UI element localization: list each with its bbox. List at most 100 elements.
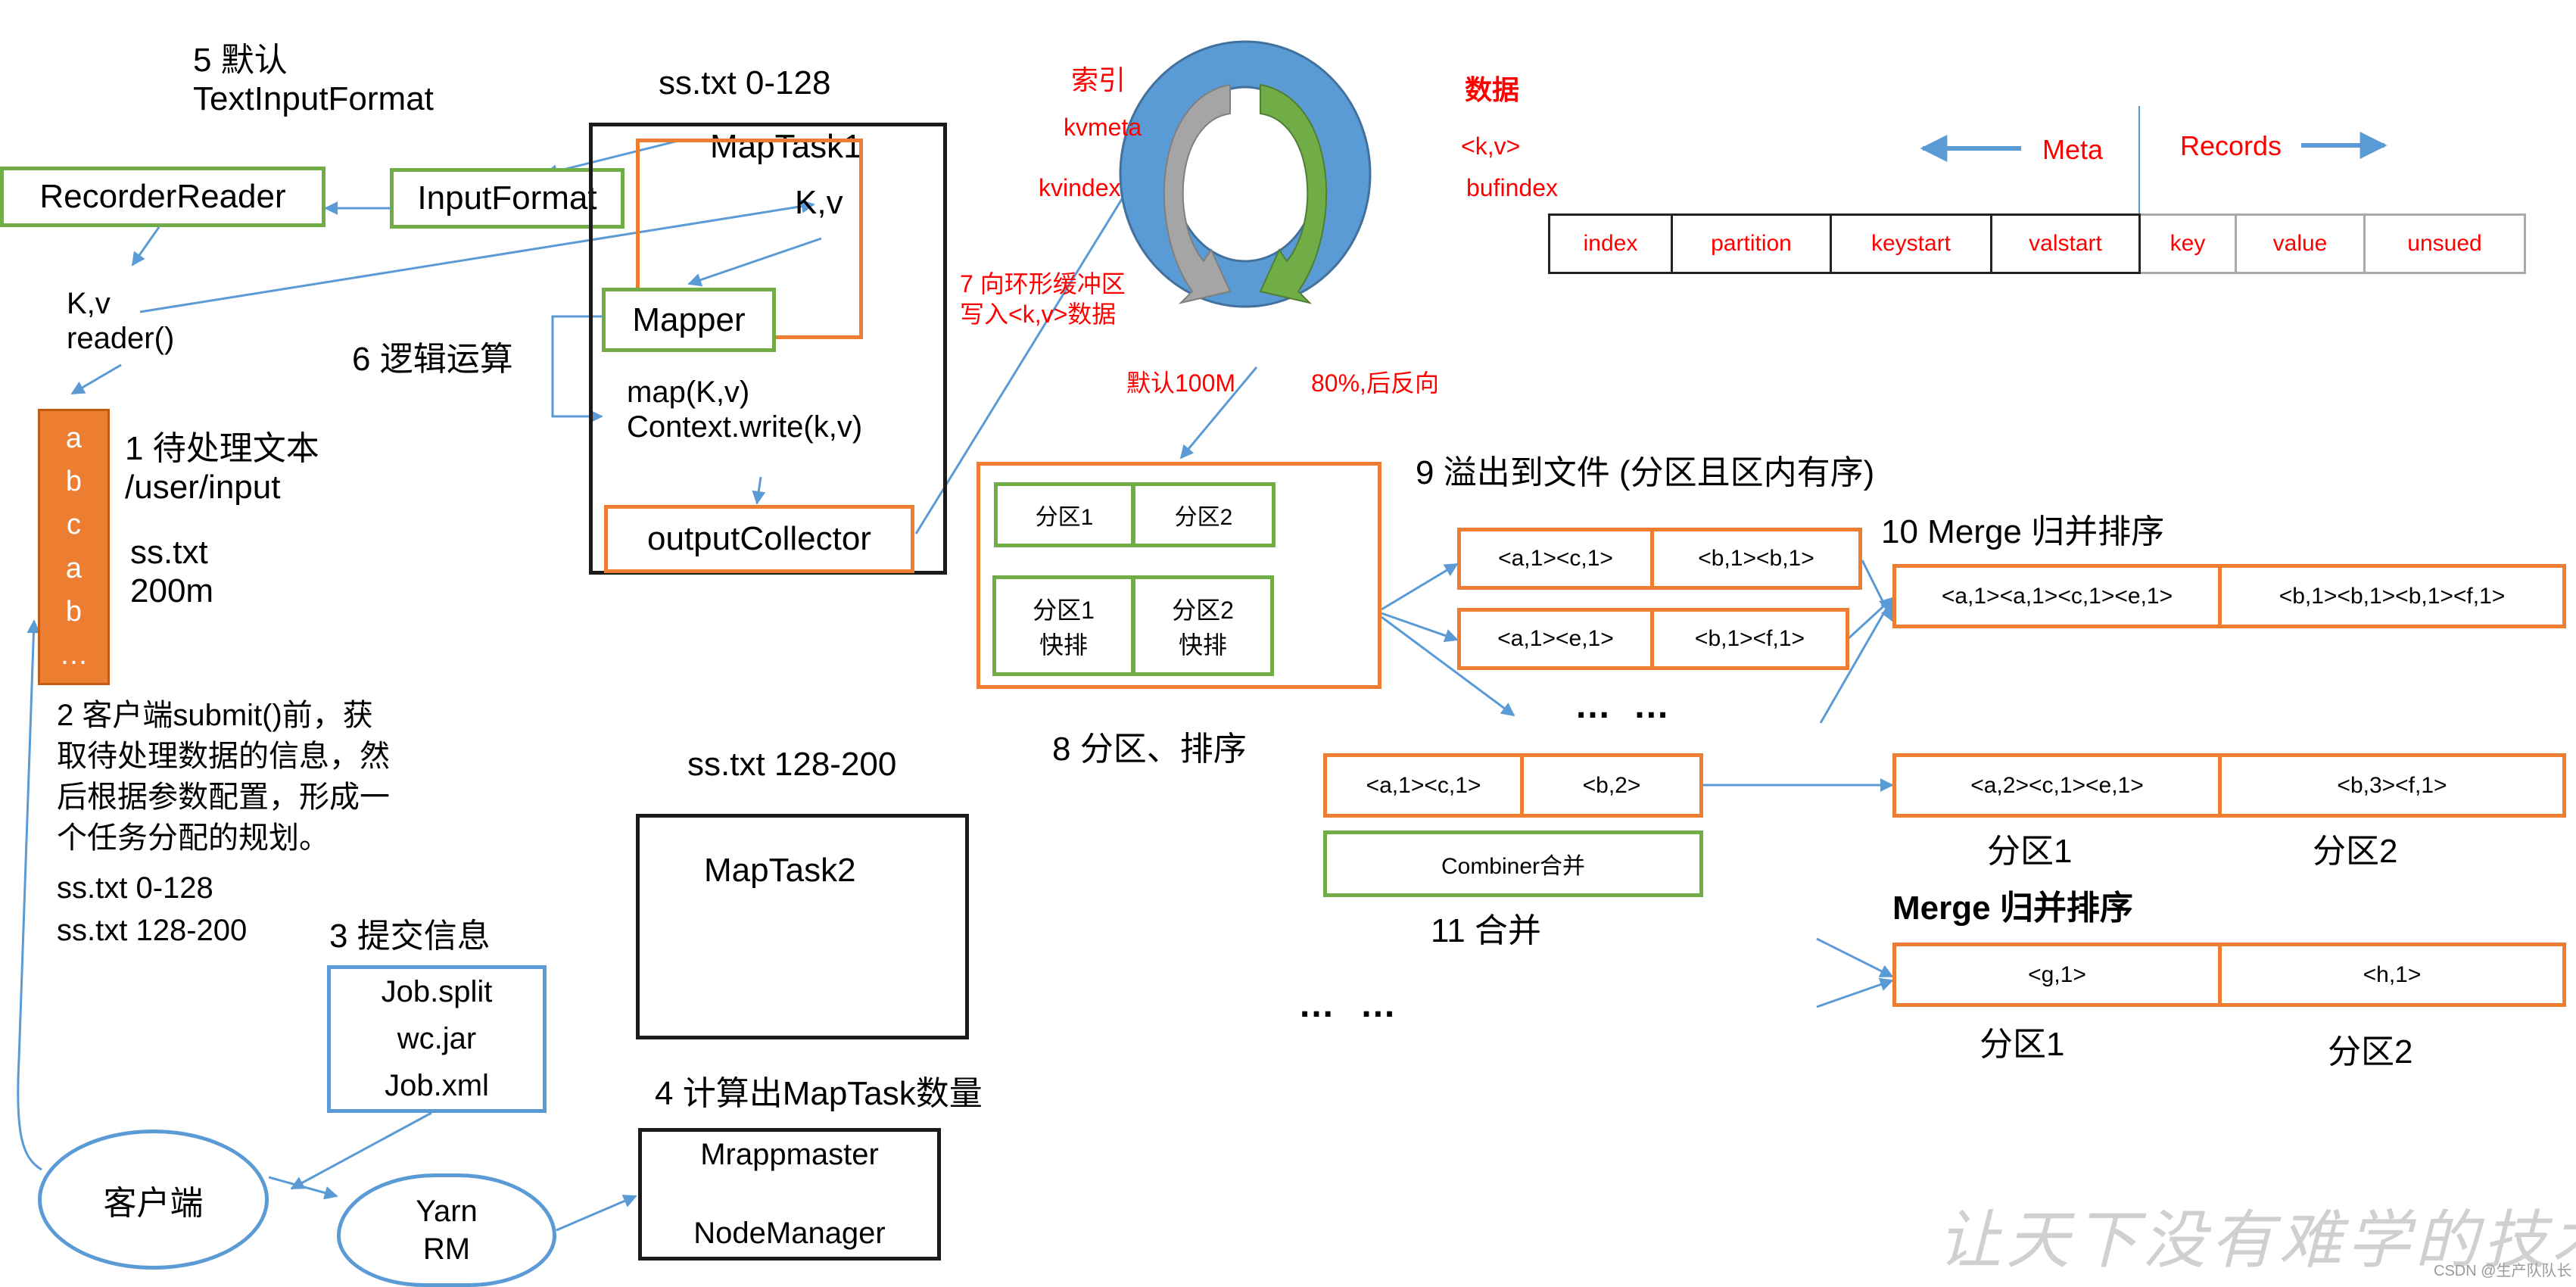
job-file: wc.jar: [397, 1021, 477, 1055]
job-file: Job.xml: [385, 1068, 489, 1102]
kv-reader-label: K,v reader(): [67, 286, 174, 356]
input-file-size: 200m: [130, 572, 214, 609]
split-1: ss.txt 0-128: [57, 871, 213, 905]
nodemanager-box: Mrappmaster NodeManager: [638, 1128, 941, 1261]
partition-label: 分区2: [1172, 596, 1234, 624]
meta-cell: valstart: [1992, 213, 2141, 274]
spill-partition-cell: <b,1><b,1>: [1650, 528, 1862, 590]
step10-label: 10 Merge 归并排序: [1881, 513, 2165, 550]
credit-label: CSDN @生产队队长: [2434, 1263, 2572, 1279]
partition2-label: 分区2: [2313, 833, 2398, 870]
partition1-label: 分区1: [1987, 833, 2073, 870]
arrow-spill2-to-merge: [1846, 597, 1894, 641]
job-files-box: Job.split wc.jar Job.xml: [327, 965, 547, 1113]
merged-partition-cell: <b,1><b,1><b,1><f,1>: [2218, 564, 2566, 628]
combiner-label: Combiner合并: [1441, 854, 1586, 879]
spill-ellipsis: … …: [1575, 686, 1676, 726]
arrow-yarn-to-nodemanager: [556, 1195, 637, 1232]
client-label: 客户端: [103, 1184, 204, 1222]
record-cell: key: [2141, 213, 2237, 274]
partition1-label: 分区1: [1980, 1026, 2065, 1063]
merge2-output: <g,1> <h,1>: [1892, 943, 2566, 1007]
step8-label: 8 分区、排序: [1052, 731, 1247, 768]
kv-label: K,v: [67, 287, 111, 320]
combined-partition-cell: <a,2><c,1><e,1>: [1892, 753, 2222, 818]
quicksort-label: 快排: [1178, 631, 1227, 659]
threshold-label: 80%,后反向: [1311, 369, 1439, 397]
file-char: a: [65, 552, 83, 584]
quicksort-label: 快排: [1039, 631, 1088, 659]
step2-line: 2 客户端submit()前，获: [57, 699, 373, 732]
step5-label: 5 默认 TextInputFormat: [193, 42, 434, 118]
step7-line2: 写入<k,v>数据: [960, 301, 1117, 328]
input-file-block: a b c a b …: [38, 409, 110, 685]
ring-buffer-icon: [1119, 40, 1372, 308]
arrow-in-merge2-b: [1816, 977, 1894, 1008]
output-collector-label: outputCollector: [647, 520, 871, 557]
step2-line: 后根据参数配置，形成一: [57, 781, 390, 814]
default-size-label: 默认100M: [1126, 369, 1236, 397]
arrow-in-merge2-a: [1816, 937, 1894, 978]
split-plan: ss.txt 0-128 ss.txt 128-200: [57, 867, 247, 952]
meta-label: Meta: [2042, 134, 2104, 165]
step6-label: 6 逻辑运算: [352, 341, 513, 378]
step2-description: 2 客户端submit()前，获 取待处理数据的信息，然 后根据参数配置，形成一…: [57, 695, 390, 859]
partition-label: 分区2: [1174, 505, 1233, 530]
rm-label: RM: [422, 1232, 471, 1266]
mapper-box: Mapper: [602, 288, 776, 352]
partition-1: 分区1: [994, 482, 1135, 547]
mrappmaster-label: Mrappmaster: [700, 1138, 879, 1171]
data-label: 数据: [1465, 74, 1520, 105]
buffer-kv-label: <k,v>: [1461, 132, 1521, 160]
partition-label: 分区1: [1033, 596, 1095, 624]
input-file-info: ss.txt 200m: [130, 534, 213, 610]
merge2-partition-cell: <g,1>: [1892, 943, 2222, 1007]
input-format-label: InputFormat: [417, 179, 597, 217]
maptask2-title: MapTask2: [704, 852, 856, 889]
split-2: ss.txt 128-200: [57, 914, 248, 947]
input-file-name: ss.txt: [130, 534, 208, 571]
kvindex-label: kvindex: [1039, 174, 1121, 201]
reader-call-label: reader(): [67, 322, 175, 355]
step5-line2: TextInputFormat: [193, 79, 434, 117]
output-collector-box: outputCollector: [604, 505, 914, 573]
arrow-reader-to-file: [70, 363, 122, 395]
step4-label: 4 计算出MapTask数量: [655, 1075, 983, 1112]
partition-sort-box: 分区1 分区2 分区1 快排 分区2 快排: [977, 462, 1381, 689]
maptask2-split-label: ss.txt 128-200: [687, 746, 897, 783]
combiner-input: <a,1><c,1> <b,2>: [1323, 753, 1703, 818]
step11-label: 11 合并: [1431, 912, 1541, 949]
partition2-label: 分区2: [2328, 1033, 2413, 1070]
merge2-partition-cell: <h,1>: [2218, 943, 2566, 1007]
step7-label: 7 向环形缓冲区 写入<k,v>数据: [960, 269, 1126, 329]
combiner-partition-cell: <a,1><c,1>: [1323, 753, 1524, 818]
file-char: b: [65, 595, 83, 628]
meta-cell: partition: [1673, 213, 1832, 274]
arrow-client-to-yarn: [268, 1176, 338, 1200]
mapper-kv-label: K,v: [795, 184, 843, 221]
maptask1-split-label: ss.txt 0-128: [659, 64, 831, 101]
merged-output: <a,1><a,1><c,1><e,1> <b,1><b,1><b,1><f,1…: [1892, 564, 2566, 628]
step3-label: 3 提交信息: [329, 918, 491, 955]
step2-line: 取待处理数据的信息，然: [57, 740, 390, 773]
record-cell: unsued: [2366, 213, 2526, 274]
spill-file-2: <a,1><e,1> <b,1><f,1>: [1457, 608, 1849, 670]
file-char: a: [65, 422, 83, 455]
arrow-to-spill1: [1381, 562, 1459, 611]
maptask2-box: MapTask2: [636, 814, 969, 1039]
spill-partition-cell: <b,1><f,1>: [1650, 608, 1849, 670]
partition-2-quicksort: 分区2 快排: [1132, 575, 1274, 676]
nodemanager-label: NodeManager: [693, 1217, 886, 1250]
file-char: c: [67, 509, 81, 541]
yarn-rm-cloud: Yarn RM: [337, 1173, 556, 1287]
recorder-reader-label: RecorderReader: [39, 178, 286, 215]
job-file: Job.split: [381, 975, 493, 1009]
step7-line1: 7 向环形缓冲区: [960, 270, 1126, 298]
index-label: 索引: [1071, 64, 1126, 95]
buffer-layout-table: index partition keystart valstart key va…: [1548, 213, 2526, 274]
input-path: /user/input: [125, 468, 281, 506]
merge2-title: Merge 归并排序: [1892, 890, 2133, 927]
combiner-ellipsis: … …: [1298, 985, 1404, 1025]
step5-line1: 5 默认: [193, 42, 288, 79]
combined-partition-cell: <b,3><f,1>: [2218, 753, 2566, 818]
